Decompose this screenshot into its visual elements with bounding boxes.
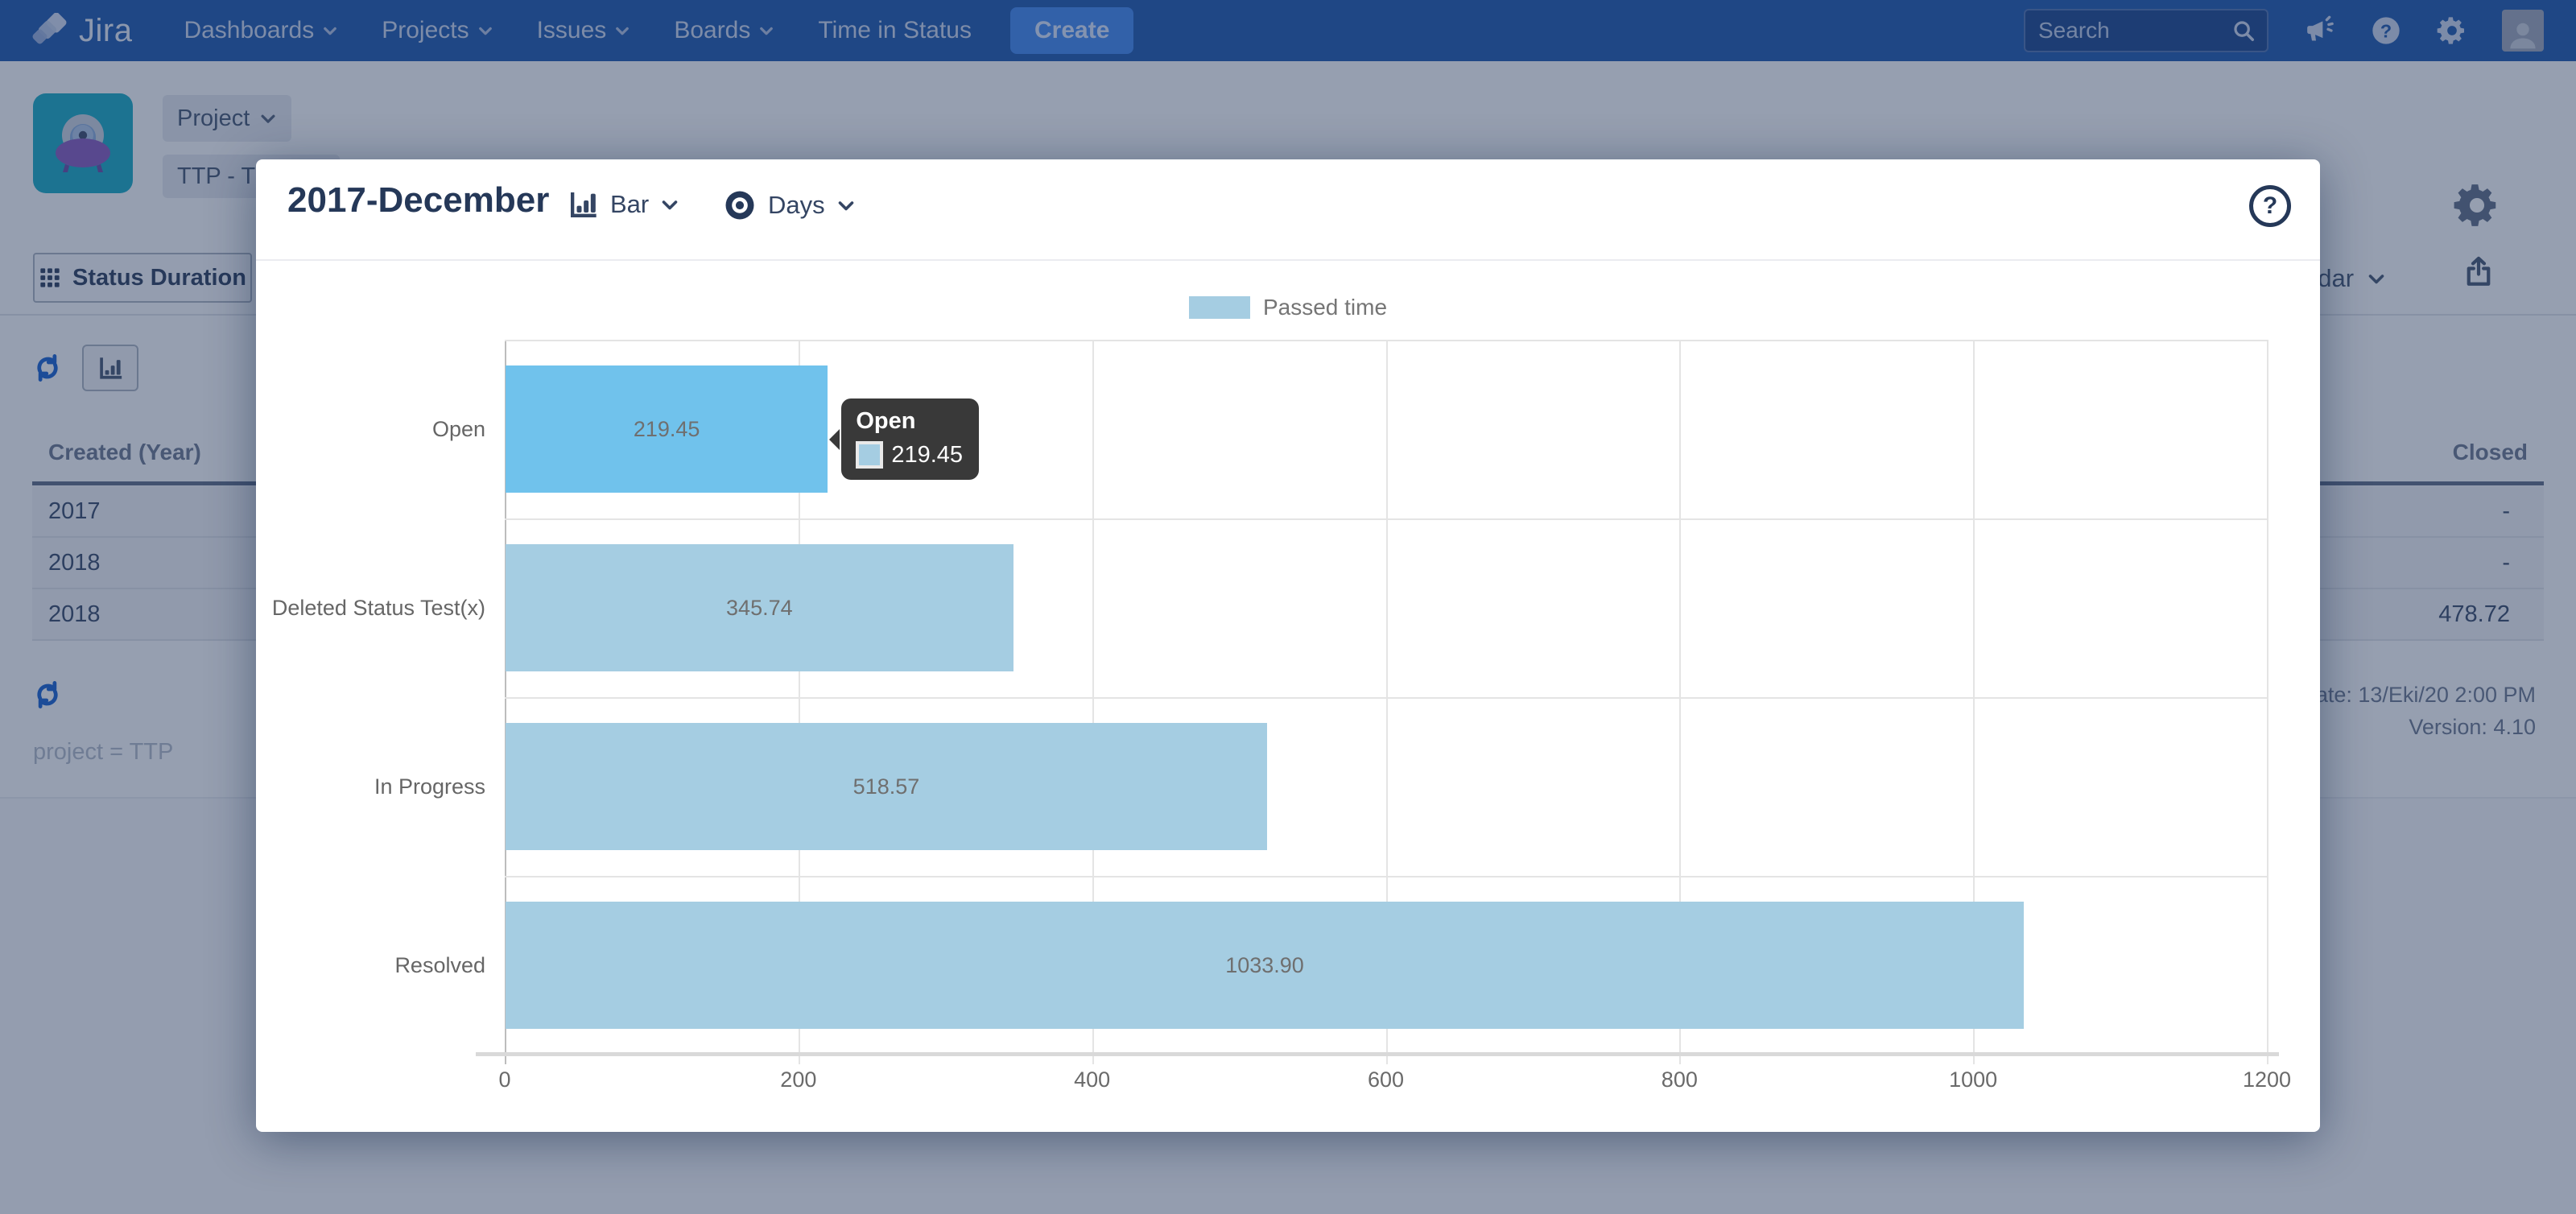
x-tick-label: 1200 [2211, 1067, 2323, 1092]
x-tick-label: 800 [1623, 1067, 1736, 1092]
bar-value-label: 345.74 [726, 596, 793, 621]
gridline [2267, 340, 2268, 1064]
category-label: Open [270, 340, 485, 518]
chart-modal: 2017-December Bar Days ? Passed time [256, 159, 2320, 1132]
x-tick-label: 600 [1330, 1067, 1443, 1092]
unit-dropdown[interactable]: Days [723, 188, 856, 222]
bar-in-progress[interactable]: 518.57 [506, 723, 1267, 850]
chart-legend[interactable]: Passed time [256, 295, 2320, 320]
tooltip-swatch [856, 441, 883, 469]
category-label: Resolved [270, 876, 485, 1055]
legend-label: Passed time [1263, 295, 1387, 320]
x-tick-label: 1000 [1917, 1067, 2029, 1092]
chevron-down-icon [836, 196, 856, 215]
bar-open[interactable]: 219.45 [506, 365, 828, 493]
modal-header-divider [256, 259, 2320, 261]
x-tick-label: 400 [1036, 1067, 1149, 1092]
bar-value-label: 219.45 [634, 417, 700, 442]
tooltip-value: 219.45 [891, 442, 963, 469]
bar-value-label: 518.57 [853, 774, 920, 799]
modal-title: 2017-December [287, 180, 549, 221]
help-icon[interactable]: ? [2249, 185, 2291, 227]
category-label: In Progress [270, 697, 485, 876]
category-label: Deleted Status Test(x) [270, 518, 485, 697]
chevron-down-icon [660, 195, 679, 214]
legend-swatch [1189, 296, 1250, 319]
x-tick-label: 200 [742, 1067, 855, 1092]
target-icon [723, 188, 757, 222]
bar-value-label: 1033.90 [1225, 953, 1304, 978]
chart-type-label: Bar [610, 190, 649, 219]
tooltip-title: Open [856, 408, 963, 435]
bar-resolved[interactable]: 1033.90 [506, 902, 2024, 1029]
chart-tooltip: Open 219.45 [841, 398, 979, 480]
x-tick-label: 0 [448, 1067, 561, 1092]
app-root: Jira Dashboards Projects Issues Boards T… [0, 0, 2576, 1214]
bar-deleted-status-test[interactable]: 345.74 [506, 544, 1013, 671]
chart-type-dropdown[interactable]: Bar [567, 188, 679, 221]
bar-chart-icon [567, 188, 599, 221]
unit-label: Days [768, 191, 825, 220]
bar-chart-plot: Open 219.45 Deleted Status Test(x) 345.7… [505, 340, 2267, 1055]
